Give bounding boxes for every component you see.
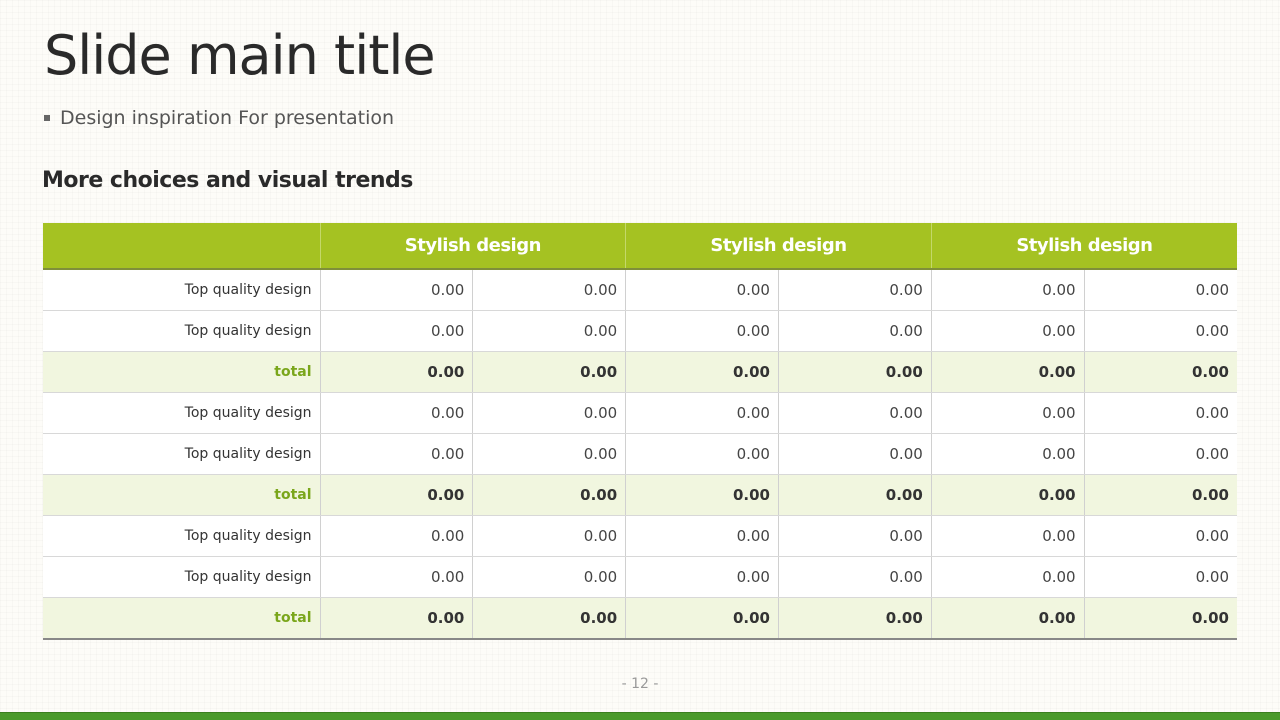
value-cell: 0.00 bbox=[1083, 597, 1237, 640]
value-cell: 0.00 bbox=[777, 310, 932, 352]
row-label: Top quality design bbox=[43, 433, 321, 475]
column-group-header: Stylish design bbox=[319, 223, 626, 270]
value-cell: 0.00 bbox=[472, 474, 626, 516]
value-cell: 0.00 bbox=[930, 556, 1085, 598]
value-cell: 0.00 bbox=[777, 269, 932, 311]
value-cell: 0.00 bbox=[625, 474, 779, 516]
total-label: total bbox=[43, 474, 321, 516]
value-cell: 0.00 bbox=[625, 269, 779, 311]
row-label: Top quality design bbox=[43, 556, 321, 598]
value-cell: 0.00 bbox=[777, 597, 932, 640]
row-label: Top quality design bbox=[43, 310, 321, 352]
value-cell: 0.00 bbox=[472, 433, 626, 475]
row-label: Top quality design bbox=[43, 269, 321, 311]
value-cell: 0.00 bbox=[1083, 474, 1237, 516]
table-body: Top quality design 0.00 0.00 0.00 0.00 0.00 0.… bbox=[43, 269, 1237, 640]
value-cell: 0.00 bbox=[625, 351, 779, 393]
value-cell: 0.00 bbox=[319, 310, 473, 352]
value-cell: 0.00 bbox=[930, 515, 1085, 557]
value-cell: 0.00 bbox=[777, 515, 932, 557]
value-cell: 0.00 bbox=[472, 556, 626, 598]
table-row: Top quality design 0.00 0.00 0.00 0.00 0.00 0.… bbox=[43, 556, 1237, 598]
value-cell: 0.00 bbox=[777, 351, 932, 393]
value-cell: 0.00 bbox=[472, 597, 626, 640]
value-cell: 0.00 bbox=[319, 515, 473, 557]
value-cell: 0.00 bbox=[777, 556, 932, 598]
value-cell: 0.00 bbox=[319, 269, 473, 311]
value-cell: 0.00 bbox=[472, 392, 626, 434]
value-cell: 0.00 bbox=[472, 310, 626, 352]
square-bullet-icon bbox=[44, 115, 50, 121]
total-row: total 0.00 0.00 0.00 0.00 0.00 0.00 bbox=[43, 474, 1237, 516]
slide-title: Slide main title bbox=[44, 24, 436, 87]
value-cell: 0.00 bbox=[319, 351, 473, 393]
total-row: total 0.00 0.00 0.00 0.00 0.00 0.00 bbox=[43, 597, 1237, 640]
table-row: Top quality design 0.00 0.00 0.00 0.00 0.00 0.… bbox=[43, 433, 1237, 475]
row-label: Top quality design bbox=[43, 515, 321, 557]
value-cell: 0.00 bbox=[930, 310, 1085, 352]
value-cell: 0.00 bbox=[319, 474, 473, 516]
table-row: Top quality design 0.00 0.00 0.00 0.00 0.00 0.… bbox=[43, 392, 1237, 434]
value-cell: 0.00 bbox=[1083, 269, 1237, 311]
bottom-accent-bar bbox=[0, 712, 1280, 720]
value-cell: 0.00 bbox=[1083, 433, 1237, 475]
value-cell: 0.00 bbox=[625, 392, 779, 434]
value-cell: 0.00 bbox=[319, 433, 473, 475]
value-cell: 0.00 bbox=[625, 310, 779, 352]
value-cell: 0.00 bbox=[625, 433, 779, 475]
value-cell: 0.00 bbox=[472, 515, 626, 557]
value-cell: 0.00 bbox=[777, 392, 932, 434]
column-group-header: Stylish design bbox=[625, 223, 932, 270]
value-cell: 0.00 bbox=[930, 474, 1085, 516]
value-cell: 0.00 bbox=[1083, 556, 1237, 598]
value-cell: 0.00 bbox=[930, 433, 1085, 475]
value-cell: 0.00 bbox=[625, 556, 779, 598]
value-cell: 0.00 bbox=[777, 474, 932, 516]
value-cell: 0.00 bbox=[930, 351, 1085, 393]
total-label: total bbox=[43, 597, 321, 640]
column-group-header: Stylish design bbox=[930, 223, 1237, 270]
value-cell: 0.00 bbox=[472, 269, 626, 311]
value-cell: 0.00 bbox=[319, 392, 473, 434]
data-table: Stylish design Stylish design Stylish de… bbox=[43, 223, 1237, 640]
header-blank-cell bbox=[43, 223, 321, 270]
value-cell: 0.00 bbox=[319, 597, 473, 640]
value-cell: 0.00 bbox=[1083, 351, 1237, 393]
value-cell: 0.00 bbox=[319, 556, 473, 598]
value-cell: 0.00 bbox=[625, 597, 779, 640]
section-heading: More choices and visual trends bbox=[42, 168, 413, 193]
value-cell: 0.00 bbox=[930, 597, 1085, 640]
value-cell: 0.00 bbox=[1083, 392, 1237, 434]
table-header-row: Stylish design Stylish design Stylish de… bbox=[43, 223, 1237, 270]
table-header: Stylish design Stylish design Stylish de… bbox=[43, 223, 1237, 270]
page-number: - 12 - bbox=[621, 676, 659, 692]
value-cell: 0.00 bbox=[1083, 515, 1237, 557]
total-label: total bbox=[43, 351, 321, 393]
value-cell: 0.00 bbox=[777, 433, 932, 475]
table-row: Top quality design 0.00 0.00 0.00 0.00 0.00 0.… bbox=[43, 515, 1237, 557]
value-cell: 0.00 bbox=[1083, 310, 1237, 352]
total-row: total 0.00 0.00 0.00 0.00 0.00 0.00 bbox=[43, 351, 1237, 393]
value-cell: 0.00 bbox=[625, 515, 779, 557]
subtitle-text: Design inspiration For presentation bbox=[60, 107, 395, 129]
table-row: Top quality design 0.00 0.00 0.00 0.00 0.00 0.… bbox=[43, 269, 1237, 311]
row-label: Top quality design bbox=[43, 392, 321, 434]
value-cell: 0.00 bbox=[930, 269, 1085, 311]
value-cell: 0.00 bbox=[930, 392, 1085, 434]
table-row: Top quality design 0.00 0.00 0.00 0.00 0.00 0.… bbox=[43, 310, 1237, 352]
value-cell: 0.00 bbox=[472, 351, 626, 393]
subtitle-bullet-item: Design inspiration For presentation bbox=[44, 107, 394, 129]
